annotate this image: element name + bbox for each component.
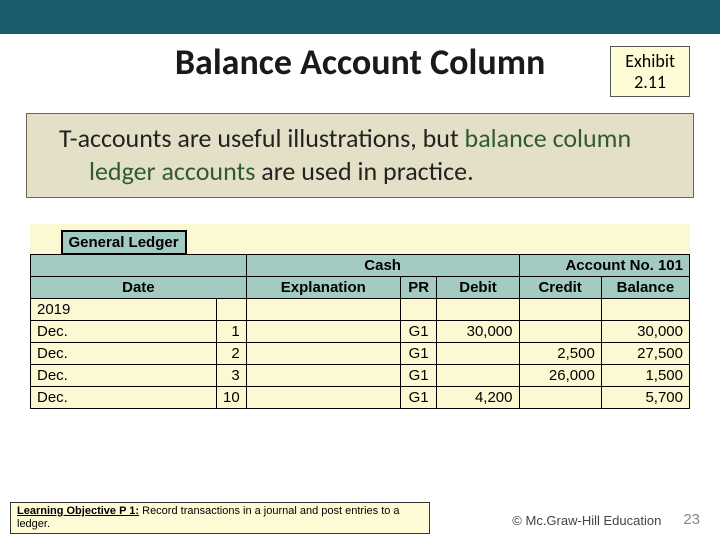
lo-label: Learning Objective P 1: (17, 505, 139, 517)
callout-post: are used in practice. (255, 155, 473, 187)
ledger-title: General Ledger (61, 230, 187, 254)
ledger-account-no: Account No. 101 (519, 255, 690, 277)
exhibit-label: Exhibit (625, 51, 675, 72)
ledger-account-row: Cash Account No. 101 (31, 255, 690, 277)
col-credit: Credit (519, 277, 601, 299)
exhibit-number: 2.11 (625, 72, 675, 93)
col-debit: Debit (437, 277, 519, 299)
copyright: © Mc.Graw-Hill Education (430, 513, 683, 534)
title-row: Balance Account Column Exhibit 2.11 (0, 34, 720, 97)
callout-pre: T-accounts are useful illustrations, but (59, 122, 465, 154)
table-row: Dec. 3 G1 26,000 1,500 (31, 365, 690, 387)
callout-box: T-accounts are useful illustrations, but… (26, 113, 694, 198)
col-balance: Balance (601, 277, 689, 299)
exhibit-badge: Exhibit 2.11 (610, 46, 690, 97)
page-number: 23 (683, 511, 700, 534)
footer: Learning Objective P 1: Record transacti… (0, 502, 720, 540)
col-pr: PR (400, 277, 437, 299)
ledger-title-row: General Ledger (31, 224, 217, 254)
col-explanation: Explanation (246, 277, 400, 299)
col-date: Date (31, 277, 247, 299)
ledger-header-row: Date Explanation PR Debit Credit Balance (31, 277, 690, 299)
ledger-container: General Ledger Cash Account No. 101 Date… (30, 224, 690, 409)
slide-title: Balance Account Column (30, 40, 610, 84)
table-row: Dec. 1 G1 30,000 30,000 (31, 321, 690, 343)
table-row: Dec. 2 G1 2,500 27,500 (31, 343, 690, 365)
ledger-table: General Ledger Cash Account No. 101 Date… (30, 224, 690, 409)
ledger-account-name: Cash (246, 255, 519, 277)
callout-em1: balance (465, 122, 547, 154)
learning-objective-box: Learning Objective P 1: Record transacti… (10, 502, 430, 534)
top-color-bar (0, 0, 720, 34)
table-row: 2019 (31, 299, 690, 321)
table-row: Dec. 10 G1 4,200 5,700 (31, 387, 690, 409)
